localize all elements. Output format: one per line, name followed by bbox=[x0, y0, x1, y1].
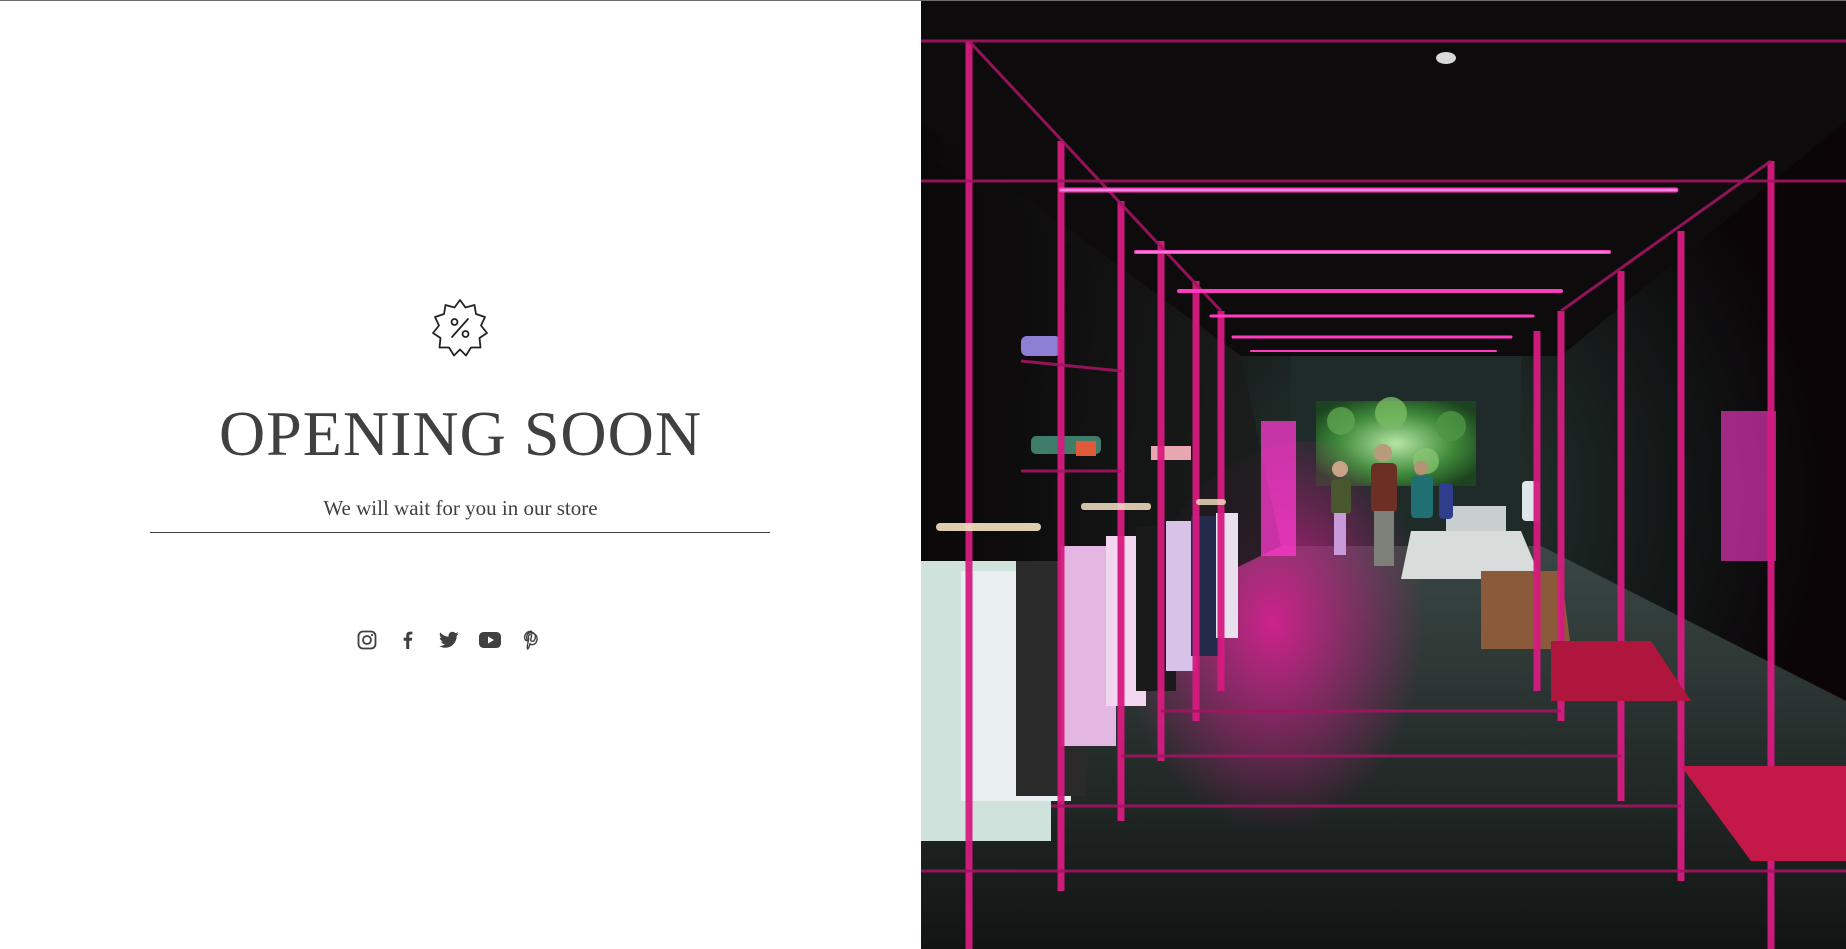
divider bbox=[150, 532, 770, 533]
facebook-icon bbox=[403, 631, 413, 649]
discount-badge-icon bbox=[432, 299, 488, 357]
pinterest-link[interactable] bbox=[519, 628, 543, 652]
instagram-icon bbox=[357, 630, 377, 650]
store-photo bbox=[921, 1, 1846, 949]
twitter-icon bbox=[439, 631, 459, 648]
page-title: OPENING SOON bbox=[218, 398, 703, 469]
content-panel: OPENING SOON We will wait for you in our… bbox=[0, 1, 921, 949]
instagram-link[interactable] bbox=[355, 628, 379, 652]
social-links bbox=[355, 628, 543, 652]
facebook-link[interactable] bbox=[396, 628, 420, 652]
youtube-icon bbox=[479, 632, 501, 648]
twitter-link[interactable] bbox=[437, 628, 461, 652]
page-subtitle: We will wait for you in our store bbox=[323, 496, 598, 520]
coming-soon-page: OPENING SOON We will wait for you in our… bbox=[0, 0, 1846, 949]
youtube-link[interactable] bbox=[478, 628, 502, 652]
pinterest-icon bbox=[523, 630, 538, 650]
store-interior-photo bbox=[921, 1, 1846, 949]
